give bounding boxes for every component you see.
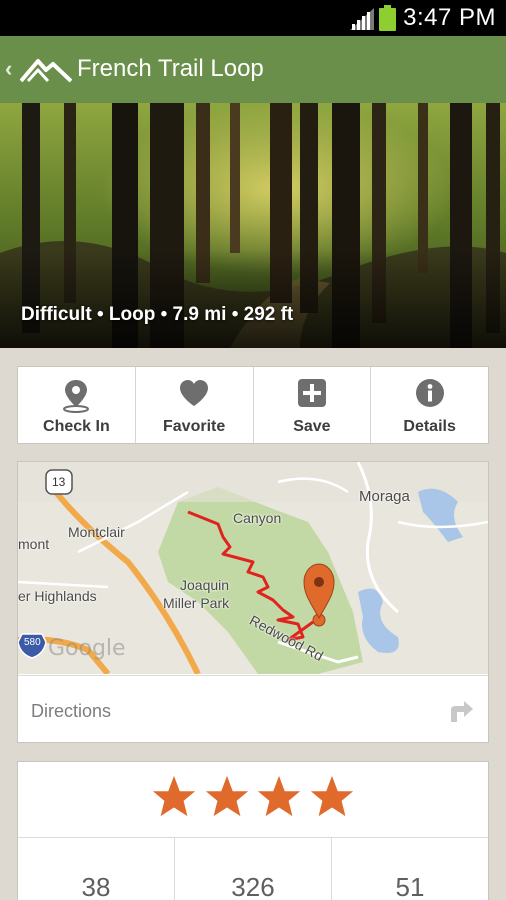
star-icon	[205, 775, 248, 817]
status-time: 3:47 PM	[403, 4, 496, 31]
route-580-label: 580	[24, 637, 41, 648]
montclair-label: Montclair	[68, 524, 125, 540]
canyon-label: Canyon	[233, 510, 282, 526]
miller-park-label: Miller Park	[163, 595, 230, 611]
favorite-button[interactable]: Favorite	[136, 367, 254, 443]
details-label: Details	[403, 418, 456, 435]
star-icon	[258, 775, 301, 817]
count-cell[interactable]: 326	[175, 838, 332, 900]
map-card: 13 580 Moraga Canyon Montclair mont Joaq…	[17, 461, 489, 743]
info-circle-icon	[415, 379, 444, 407]
moraga-label: Moraga	[359, 488, 410, 505]
battery-icon	[379, 5, 396, 31]
save-button[interactable]: Save	[254, 367, 372, 443]
chevron-left-icon[interactable]: ‹	[5, 56, 12, 82]
directions-row[interactable]: Directions	[18, 675, 488, 743]
highlands-label: er Highlands	[18, 588, 97, 604]
favorite-label: Favorite	[163, 418, 226, 435]
app-bar: ‹ French Trail Loop	[0, 36, 506, 103]
rating-card: 38 326 51	[17, 761, 489, 900]
check-in-button[interactable]: Check In	[18, 367, 136, 443]
action-bar: Check In Favorite Save Details	[17, 366, 489, 444]
status-bar: 3:47 PM	[0, 0, 506, 36]
directions-label: Directions	[31, 701, 112, 721]
mont-label: mont	[18, 536, 50, 552]
google-watermark: Google	[48, 636, 126, 661]
stats-counts: 38 326 51	[18, 837, 488, 900]
details-button[interactable]: Details	[371, 367, 488, 443]
heart-icon	[180, 380, 209, 406]
joaquin-label: Joaquin	[180, 577, 230, 593]
page-title: French Trail Loop	[77, 55, 264, 82]
map-pin-icon	[63, 380, 90, 413]
count-cell[interactable]: 51	[332, 838, 488, 900]
mountain-logo-icon[interactable]	[20, 53, 72, 85]
check-in-label: Check In	[43, 418, 110, 435]
signal-icon	[350, 8, 374, 30]
star-icon	[310, 775, 353, 817]
save-label: Save	[293, 418, 331, 435]
count-cell[interactable]: 38	[18, 838, 175, 900]
trail-photo: Difficult • Loop • 7.9 mi • 292 ft	[0, 103, 506, 348]
trail-map[interactable]: 13 580 Moraga Canyon Montclair mont Joaq…	[18, 462, 488, 674]
plus-square-icon	[297, 379, 326, 407]
route-13-label: 13	[52, 475, 66, 489]
turn-right-arrow-icon	[451, 701, 473, 722]
trail-stats: Difficult • Loop • 7.9 mi • 292 ft	[21, 304, 294, 325]
star-icon	[153, 775, 196, 817]
star-rating	[18, 774, 488, 826]
